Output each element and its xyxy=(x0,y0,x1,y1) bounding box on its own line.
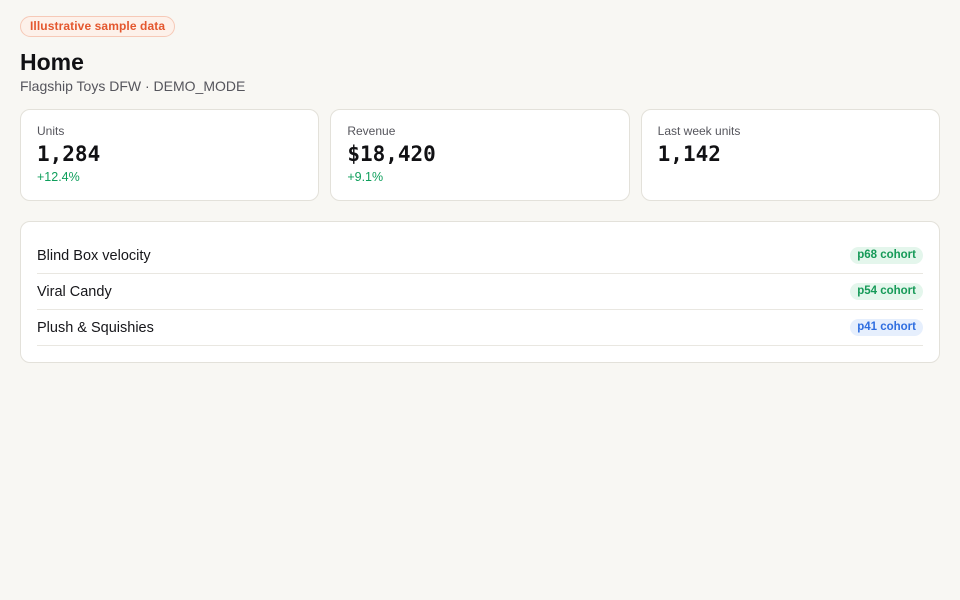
kpi-card-revenue: Revenue $18,420 +9.1% xyxy=(330,109,630,201)
list-item[interactable]: Plush & Squishies p41 cohort xyxy=(37,310,923,346)
kpi-delta: +9.1% xyxy=(347,170,384,184)
cohort-badge: p41 cohort xyxy=(850,319,923,336)
list-item[interactable]: Viral Candy p54 cohort xyxy=(37,274,923,310)
cohort-badge: p54 cohort xyxy=(850,283,923,300)
cohort-name: Viral Candy xyxy=(37,283,112,300)
home-page: Illustrative sample data Home Flagship T… xyxy=(0,0,960,600)
cohort-name: Blind Box velocity xyxy=(37,247,151,264)
kpi-label: Units xyxy=(37,124,65,138)
kpi-value: 1,142 xyxy=(657,142,721,166)
page-title: Home xyxy=(20,49,84,75)
cohort-name: Plush & Squishies xyxy=(37,319,154,336)
kpi-delta: +12.4% xyxy=(37,170,80,184)
kpi-label: Last week units xyxy=(657,124,741,138)
cohort-badge: p68 cohort xyxy=(850,247,923,264)
kpi-card-last-week-units: Last week units 1,142 xyxy=(640,109,940,201)
kpi-label: Revenue xyxy=(347,124,396,138)
kpi-value: 1,284 xyxy=(37,142,101,166)
kpi-value: $18,420 xyxy=(347,142,436,166)
cohort-list-panel: Blind Box velocity p68 cohort Viral Cand… xyxy=(20,221,940,363)
page-subtitle: Flagship Toys DFW · DEMO_MODE xyxy=(20,78,246,94)
kpi-row: Units 1,284 +12.4% Revenue $18,420 +9.1%… xyxy=(20,109,940,201)
sample-data-badge: Illustrative sample data xyxy=(20,16,176,37)
list-item[interactable]: Blind Box velocity p68 cohort xyxy=(37,238,923,274)
kpi-card-units: Units 1,284 +12.4% xyxy=(20,109,320,201)
